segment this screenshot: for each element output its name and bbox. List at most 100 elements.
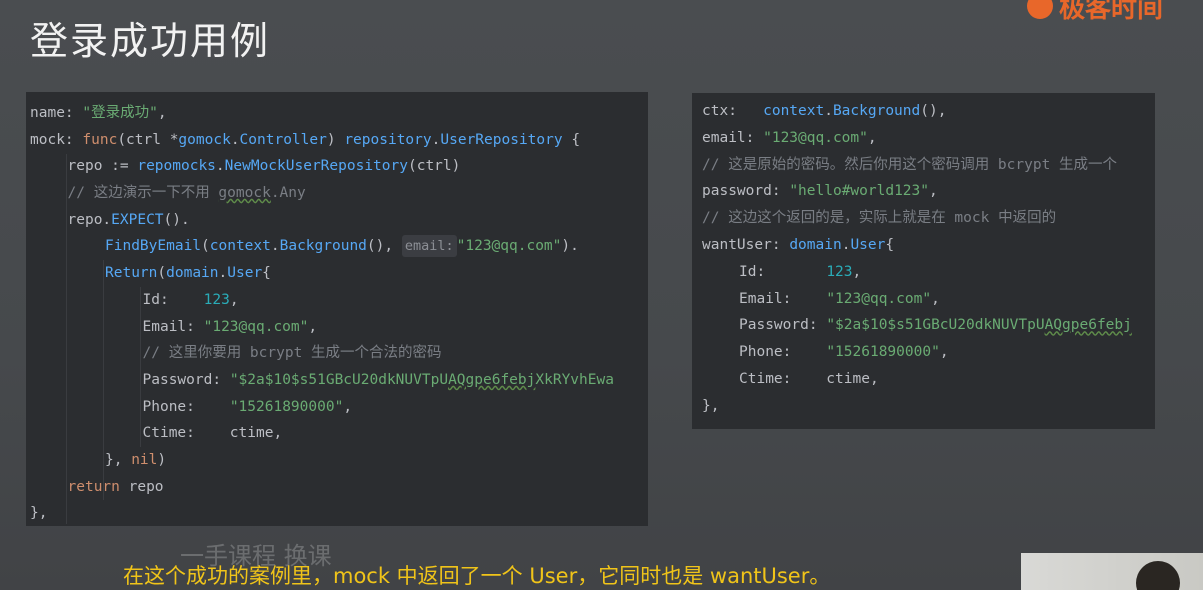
code-token: "$2a$10$s51GBcU20dkNUVTpU [229,371,449,388]
code-token: FindByEmail [105,238,202,255]
code-token: 123 [203,291,230,308]
code-panel-right: ctx: context.Background(), email: "123@qq… [692,93,1155,429]
code-panel-left: name: "登录成功", mock: func(ctrl *gomock.Con… [26,92,648,526]
code-line: wantUser: domain.User{ [702,232,1132,259]
code-line: Return(domain.User{ [30,260,614,287]
code-token: Password: [739,317,827,334]
code-token: , [929,183,938,200]
code-token: . [218,265,228,282]
presenter-webcam [1021,553,1203,590]
code-line: FindByEmail(context.Background(), email:… [30,233,614,260]
code-token: repo [119,478,164,495]
code-line: repo.EXPECT(). [30,207,614,234]
code-token: Email: [142,318,204,335]
code-token: NewMockUserRepository [224,158,408,175]
code-token: domain [166,265,219,282]
code-token: { [885,236,895,253]
parameter-hint: email: [401,235,457,258]
code-token: "15261890000" [826,344,940,361]
code-line: return repo [30,474,614,501]
code-token: (). [163,211,190,228]
code-token: }, [105,451,132,468]
subtitle-caption: 在这个成功的案例里，mock 中返回了一个 User，它同时也是 wantUse… [123,564,831,588]
code-token: Background [279,238,367,255]
slide-title: 登录成功用例 [30,19,271,63]
code-token: Password: [142,371,230,388]
code-token: "123@qq.com" [456,238,562,255]
code-token: "123@qq.com" [203,318,309,335]
code-token: repomocks [137,158,216,175]
code-token: wantUser: [702,236,790,253]
code-token: ) [157,451,167,468]
code-line: Id: 123, [702,259,1132,286]
code-token: . [824,103,833,119]
code-line: // 这是原始的密码。然后你用这个密码调用 bcrypt 生成一个 [702,152,1132,179]
code-token: return [67,478,120,495]
code-line: Password: "$2a$10$s51GBcU20dkNUVTpUAQgpe… [30,367,614,394]
code-line: Email: "123@qq.com", [702,286,1132,313]
code-token: nil [131,451,158,468]
code-token: { [262,265,271,282]
code-token: , [157,105,167,121]
code-token: Id: [142,291,204,308]
code-token: email: [702,129,764,146]
code-token: Id: [739,263,827,280]
code-token: "$2a$10$s51GBcU20dkNUVTpU [826,317,1045,334]
code-token: }, [30,505,48,522]
code-token: "登录成功" [82,105,158,121]
code-token: Background [832,103,921,119]
code-token: . [270,238,280,255]
code-token: Email: [739,290,827,307]
code-line: email: "123@qq.com", [702,125,1132,152]
code-token: (), [920,103,947,119]
code-token: Controller [239,131,327,148]
code-token: XkRYvhEwa [535,371,614,388]
code-token: , [308,318,318,335]
code-token: }, [702,397,720,414]
code-token: User [227,265,263,282]
code-line: Email: "123@qq.com", [30,314,614,341]
code-token: "15261890000" [229,398,344,415]
code-token: (ctrl * [117,131,179,148]
brand-logo: 极客时间 [1013,0,1203,22]
code-token: gomock [218,185,271,202]
code-token: AQgpe6febj [448,371,536,388]
code-token: // 这边这个返回的是，实际上就是在 mock 中返回的 [702,210,1057,227]
code-token: "123@qq.com" [763,129,868,146]
code-token: password: [702,183,790,200]
code-token: (ctrl) [407,158,461,175]
code-token: EXPECT [111,211,164,228]
code-token: "hello#world123" [789,183,929,200]
brand-logo-icon [1027,0,1053,19]
code-token: , [343,398,353,415]
code-token: . [230,131,240,148]
code-token: // 这是原始的密码。然后你用这个密码调用 bcrypt 生成一个 [702,156,1118,173]
code-line: }, [702,393,1132,420]
code-token: Phone: [142,398,230,415]
code-token: Phone: [739,344,827,361]
presenter-avatar [1136,561,1180,590]
code-token: .Any [270,185,306,202]
code-token: mock: [30,131,83,148]
code-token: ctx: [702,103,764,119]
code-block-right: ctx: context.Background(), email: "123@qq… [702,98,1132,420]
code-line: }, nil) [30,447,614,474]
code-token: UserRepository [440,131,563,148]
code-token: , [229,291,239,308]
code-token: domain [789,236,842,253]
code-token: context [209,238,271,255]
code-line: // 这边这个返回的是，实际上就是在 mock 中返回的 [702,205,1132,232]
code-line: // 这里你要用 bcrypt 生成一个合法的密码 [30,340,614,367]
code-token: . [215,158,225,175]
code-token: func [82,131,118,148]
code-token: // 这边演示一下不用 [67,185,219,202]
code-token: { [562,131,581,148]
code-token: repo := [67,158,138,175]
code-line: mock: func(ctrl *gomock.Controller) repo… [30,127,614,154]
code-token: (), [366,238,402,255]
code-token: gomock [178,131,231,148]
code-token: , [852,263,862,280]
code-token: , [867,129,877,146]
code-token: ( [157,265,167,282]
code-token: 123 [826,263,853,280]
